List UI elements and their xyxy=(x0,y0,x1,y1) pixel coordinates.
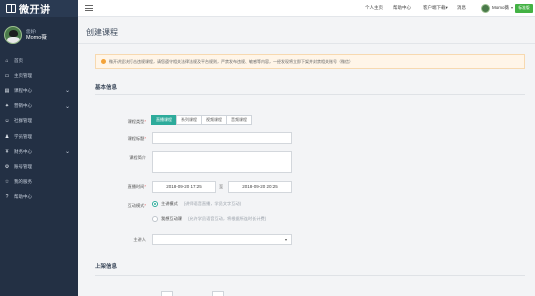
divider xyxy=(95,94,525,95)
plan-badge: 标准版 xyxy=(515,4,533,13)
live-end-input[interactable]: 2018-09-20 20:25 xyxy=(228,181,292,193)
section-title-basic: 基本信息 xyxy=(95,85,118,91)
sidebar-item-label: 课程中心 xyxy=(14,87,32,93)
interaction-option-lecture[interactable]: 主讲模式 (讲师语音直播，学员文字互动) xyxy=(152,201,241,207)
live-time-separator: 至 xyxy=(219,184,224,189)
notice-banner: 微开讲坚决打击违规课程，请您遵守相关法律法规及平台规则，严禁发布违规、敏感等内容… xyxy=(95,54,525,69)
divider xyxy=(95,275,525,276)
section-title-shelf: 上架信息 xyxy=(95,264,118,270)
topbar: 个人主页 帮助中心 客户端下载▾ 消息 Momo薇 ▾ 标准版 xyxy=(78,0,535,17)
sidebar-nav: ⌂ 首页 ▭ 主页管理 ▤ 课程中心 ⌄ ✦ 营销中心 ⌄ ☺ 社群管理 ♟ 学员管理 ¥ 财务中… xyxy=(0,53,78,205)
lecturer-select[interactable]: ▾ xyxy=(152,234,292,245)
help-icon: ? xyxy=(5,194,9,201)
sidebar-item-label: 账号管理 xyxy=(14,163,32,169)
sidebar-item-my-service[interactable]: ☆ 我的服务 xyxy=(0,175,78,190)
sidebar-item-account[interactable]: ⚙ 账号管理 xyxy=(0,159,78,174)
home-icon: ⌂ xyxy=(5,57,9,64)
sidebar-item-label: 财务中心 xyxy=(14,148,32,154)
topbar-link-homepage[interactable]: 个人主页 xyxy=(365,5,383,11)
marketing-icon: ✦ xyxy=(4,103,10,110)
topbar-username[interactable]: Momo薇 xyxy=(492,5,509,11)
sidebar-item-label: 我的服务 xyxy=(14,179,32,185)
account-icon: ⚙ xyxy=(4,163,10,170)
course-type-video[interactable]: 视频课程 xyxy=(201,115,227,125)
interaction-option-interactive[interactable]: 我想互动课 (允许学员语音互动，将根据所连时长计费) xyxy=(152,216,266,222)
brand-sub: VK.LIVEKAIJIANG.COM xyxy=(22,13,44,15)
sidebar-item-label: 首页 xyxy=(14,57,23,63)
lecturer-label: 主讲人 xyxy=(133,237,146,242)
live-start-input[interactable]: 2018-09-20 17:25 xyxy=(152,181,216,193)
sidebar-item-label: 学员管理 xyxy=(14,133,32,139)
username: Momo薇 xyxy=(26,35,47,41)
live-time-label: 直播时间* xyxy=(127,184,146,189)
community-icon: ☺ xyxy=(4,118,10,125)
course-type-segmented: 直播课程 系列课程 视频课程 音频课程 xyxy=(151,115,252,125)
interaction-mode-label: 互动模式* xyxy=(127,203,146,208)
main-content: 创建课程 微开讲坚决打击违规课程，请您遵守相关法律法规及平台规则，严禁发布违规、… xyxy=(78,17,535,296)
radio-unchecked-icon[interactable] xyxy=(152,216,158,222)
user-profile: 您好! Momo薇 xyxy=(0,17,78,53)
avatar[interactable] xyxy=(4,26,22,44)
topbar-link-messages[interactable]: 消息 xyxy=(457,5,466,11)
course-type-audio[interactable]: 音频课程 xyxy=(226,115,252,125)
sidebar-item-community[interactable]: ☺ 社群管理 xyxy=(0,114,78,129)
sidebar-item-marketing-center[interactable]: ✦ 营销中心 ⌄ xyxy=(0,99,78,114)
brand-logo[interactable]: 微开讲 VK.LIVEKAIJIANG.COM xyxy=(0,0,78,17)
topbar-avatar[interactable] xyxy=(481,4,490,13)
topbar-link-help[interactable]: 帮助中心 xyxy=(393,5,411,11)
topbar-link-download[interactable]: 客户端下载▾ xyxy=(423,5,448,11)
sidebar-item-course-center[interactable]: ▤ 课程中心 ⌄ xyxy=(0,83,78,98)
radio-checked-icon[interactable] xyxy=(152,201,158,207)
sidebar-item-finance[interactable]: ¥ 财务中心 ⌄ xyxy=(0,144,78,159)
student-icon: ♟ xyxy=(4,133,10,140)
sidebar-item-label: 帮助中心 xyxy=(14,194,32,200)
sidebar-item-home[interactable]: ⌂ 首页 xyxy=(0,53,78,68)
sidebar-item-help[interactable]: ? 帮助中心 xyxy=(0,190,78,205)
course-intro-textarea[interactable] xyxy=(152,151,292,173)
caret-down-icon[interactable]: ▾ xyxy=(511,5,513,10)
notice-text: 微开讲坚决打击违规课程，请您遵守相关法律法规及平台规则，严禁发布违规、敏感等内容… xyxy=(109,58,353,64)
shelf-field-stub xyxy=(161,291,173,296)
sidebar-item-label: 营销中心 xyxy=(14,103,32,109)
sidebar-item-homepage-manage[interactable]: ▭ 主页管理 xyxy=(0,68,78,83)
sidebar-item-label: 主页管理 xyxy=(14,72,32,78)
hamburger-menu-icon[interactable] xyxy=(85,5,93,11)
divider xyxy=(78,43,535,44)
sidebar-item-label: 社群管理 xyxy=(14,118,32,124)
sidebar-item-students[interactable]: ♟ 学员管理 xyxy=(0,129,78,144)
welcome-text: 您好! xyxy=(26,29,37,34)
course-title-input[interactable] xyxy=(152,132,292,144)
course-type-live[interactable]: 直播课程 xyxy=(151,115,177,125)
chevron-down-icon: ⌄ xyxy=(64,88,70,95)
page-icon: ▭ xyxy=(4,72,10,79)
service-icon: ☆ xyxy=(4,179,10,186)
course-type-label: 课程类型* xyxy=(127,119,146,124)
course-icon: ▤ xyxy=(4,87,10,94)
course-type-series[interactable]: 系列课程 xyxy=(176,115,202,125)
caret-down-icon: ▾ xyxy=(284,237,287,242)
warning-icon xyxy=(101,59,106,64)
course-intro-label: 课程简介 xyxy=(129,155,146,160)
chevron-down-icon: ⌄ xyxy=(64,103,70,110)
course-title-label: 课程标题* xyxy=(127,136,146,141)
finance-icon: ¥ xyxy=(5,148,9,155)
shelf-field-stub xyxy=(212,291,224,296)
book-logo-icon xyxy=(6,4,16,13)
sidebar: 微开讲 VK.LIVEKAIJIANG.COM 您好! Momo薇 ⌂ 首页 ▭ 主… xyxy=(0,0,78,296)
chevron-down-icon: ⌄ xyxy=(64,149,70,156)
page-title: 创建课程 xyxy=(86,28,118,37)
